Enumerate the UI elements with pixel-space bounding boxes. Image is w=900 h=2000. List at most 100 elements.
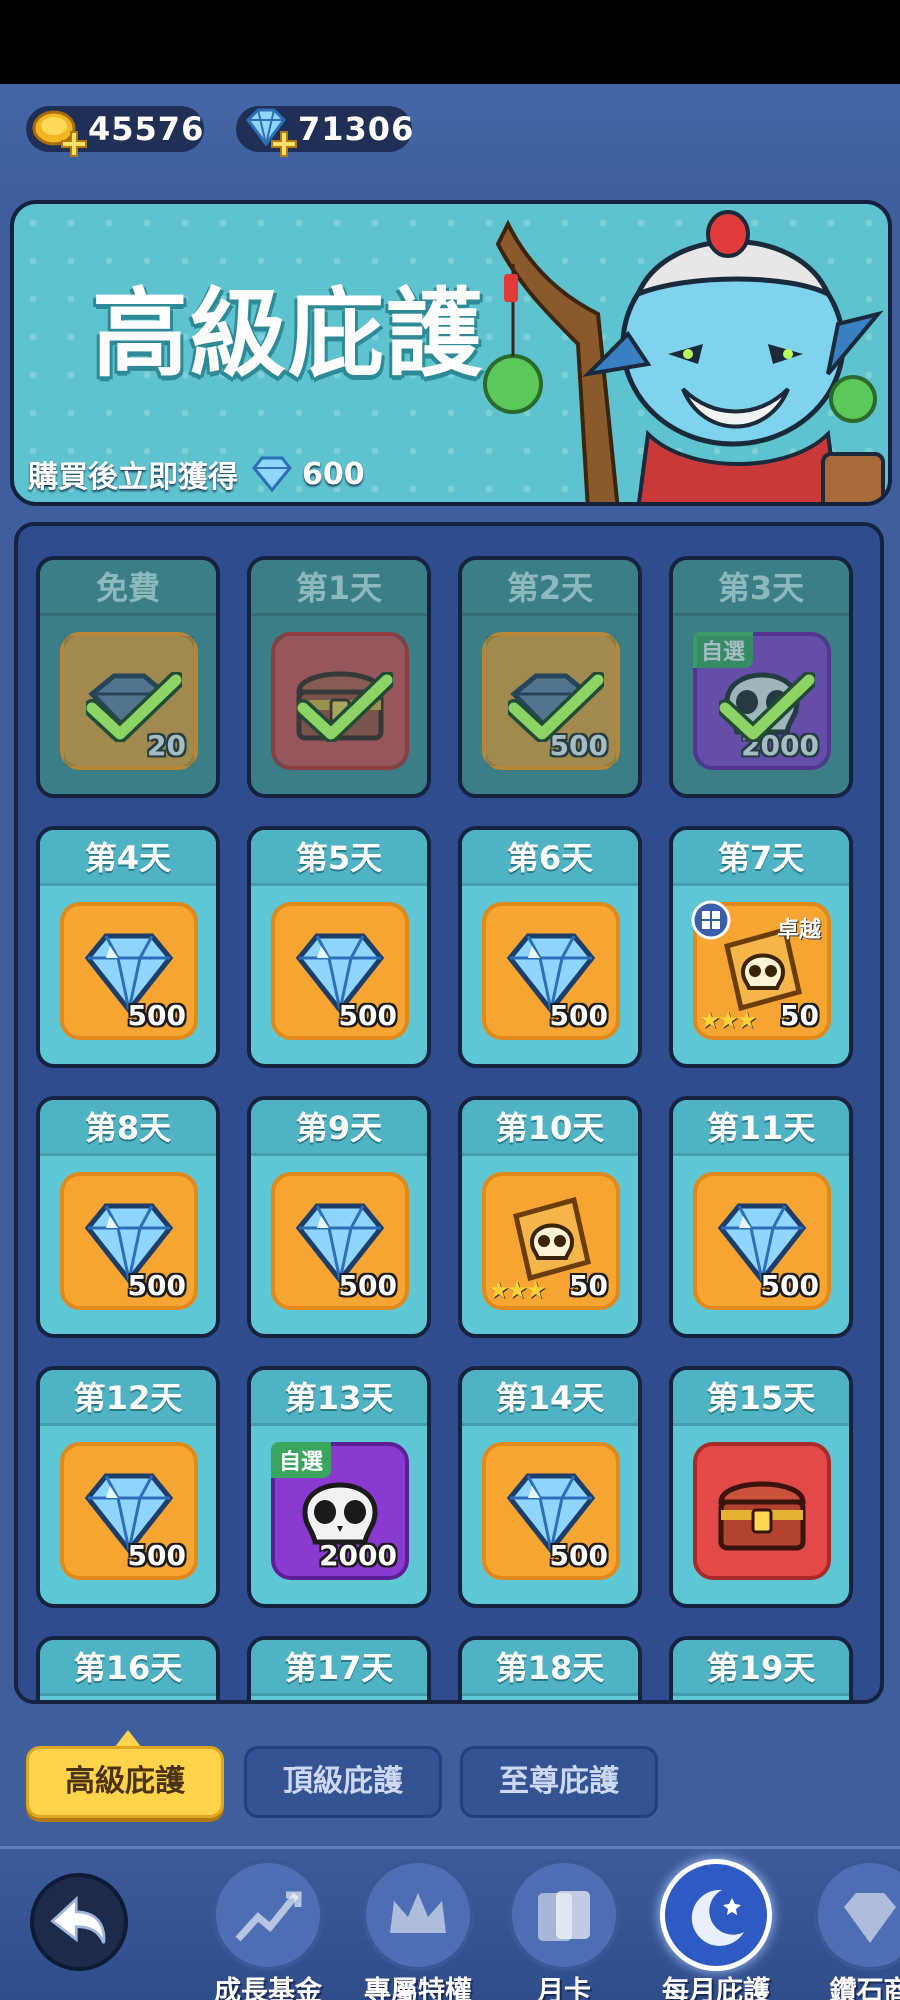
reward-item-slot[interactable]: 500	[60, 1442, 198, 1580]
reward-day-label: 第17天	[251, 1640, 427, 1696]
reward-card[interactable]: 第4天 500	[36, 826, 220, 1068]
reward-day-label: 第6天	[462, 830, 638, 886]
nav-exclusive-privilege-circle	[362, 1859, 474, 1971]
nav-exclusive-privilege-label: 專屬特權	[364, 1976, 472, 2000]
reward-card[interactable]: 第11天 500	[669, 1096, 853, 1338]
nav-growth-fund[interactable]: 成長基金	[198, 1859, 338, 2000]
check-icon	[719, 672, 815, 742]
reward-amount: 500	[338, 1269, 397, 1302]
grid-badge-icon	[691, 900, 731, 940]
reward-day-label: 第9天	[251, 1100, 427, 1156]
reward-card[interactable]: 第14天 500	[458, 1366, 642, 1608]
reward-card[interactable]: 第5天 500	[247, 826, 431, 1068]
reward-day-label: 第16天	[40, 1640, 216, 1696]
nav-monthly-shelter[interactable]: 每月庇護	[646, 1859, 786, 2000]
reward-amount: 50	[780, 999, 819, 1032]
reward-card[interactable]: 第8天 500	[36, 1096, 220, 1338]
card-icon	[538, 1891, 590, 1941]
selectable-tag: 自選	[271, 1442, 332, 1478]
diamond-icon	[844, 1893, 896, 1943]
banner-title: 高級庇護	[92, 278, 484, 390]
reward-amount: 2000	[319, 1539, 397, 1572]
reward-item-slot[interactable]: 20	[60, 632, 198, 770]
nav-monthly-card-label: 月卡	[537, 1976, 591, 2000]
reward-amount: 50	[569, 1269, 608, 1302]
reward-amount: 500	[760, 1269, 819, 1302]
moon-icon	[691, 1889, 744, 1946]
reward-item-slot[interactable]: 500	[60, 902, 198, 1040]
reward-item-slot[interactable]: 500	[60, 1172, 198, 1310]
reward-day-label: 第1天	[251, 560, 427, 616]
goblin-shaman-illustration	[483, 210, 885, 502]
nav-growth-fund-label: 成長基金	[214, 1976, 322, 2000]
check-icon	[86, 672, 182, 742]
reward-amount: 500	[127, 1539, 186, 1572]
nav-growth-fund-circle	[212, 1859, 324, 1971]
purchase-reward-note: 購買後立即獲得 600	[28, 452, 365, 496]
reward-day-label: 第14天	[462, 1370, 638, 1426]
reward-card[interactable]: 第2天 500	[458, 556, 642, 798]
reward-card[interactable]: 第19天	[669, 1636, 853, 1700]
reward-day-label: 第15天	[673, 1370, 849, 1426]
add-diamond-icon[interactable]	[270, 130, 298, 158]
reward-card[interactable]: 免費 20	[36, 556, 220, 798]
reward-item-slot[interactable]: ★★★ 50	[482, 1172, 620, 1310]
reward-card[interactable]: 第18天	[458, 1636, 642, 1700]
reward-card[interactable]: 第1天	[247, 556, 431, 798]
star-rating: ★★★	[699, 1006, 758, 1034]
reward-card[interactable]: 第15天	[669, 1366, 853, 1608]
reward-card[interactable]: 第16天	[36, 1636, 220, 1700]
reward-day-label: 第8天	[40, 1100, 216, 1156]
reward-day-label: 第7天	[673, 830, 849, 886]
reward-item-slot[interactable]: 500	[271, 902, 409, 1040]
reward-item-slot[interactable]: 500	[482, 902, 620, 1040]
reward-card[interactable]: 第3天自選 2000	[669, 556, 853, 798]
back-button[interactable]	[30, 1873, 128, 1971]
diamond-counter[interactable]: 71306	[236, 106, 413, 157]
status-bar	[0, 0, 900, 84]
add-gold-icon[interactable]	[60, 130, 88, 158]
reward-day-label: 第12天	[40, 1370, 216, 1426]
reward-day-label: 第2天	[462, 560, 638, 616]
reward-item-slot[interactable]: 自選 2000	[271, 1442, 409, 1580]
nav-diamond-shop[interactable]: 鑽石商	[800, 1859, 900, 2000]
reward-card[interactable]: 第17天	[247, 1636, 431, 1700]
nav-monthly-card[interactable]: 月卡	[494, 1859, 634, 2000]
reward-day-label: 第5天	[251, 830, 427, 886]
reward-card[interactable]: 第7天卓越 ★★★ 50	[669, 826, 853, 1068]
reward-item-slot[interactable]: 500	[271, 1172, 409, 1310]
reward-day-label: 第3天	[673, 560, 849, 616]
reward-card[interactable]: 第6天 500	[458, 826, 642, 1068]
rewards-panel[interactable]: 免費 20 第1天 第2天 500 第3天 自選 2000 第4天 500 第5天 500 第6天 500…	[14, 522, 884, 1704]
excellent-label: 卓越	[776, 918, 821, 943]
reward-amount: 500	[127, 1269, 186, 1302]
tier-tabs: 高級庇護 頂級庇護 至尊庇護	[0, 1746, 900, 1822]
reward-amount: 500	[549, 1539, 608, 1572]
nav-monthly-shelter-circle	[660, 1859, 772, 1971]
tab-premium-shelter[interactable]: 高級庇護	[26, 1746, 224, 1818]
reward-amount: 500	[338, 999, 397, 1032]
nav-exclusive-privilege[interactable]: 專屬特權	[348, 1859, 488, 2000]
nav-diamond-shop-label: 鑽石商	[829, 1976, 900, 2000]
gold-counter[interactable]: 45576	[26, 106, 204, 157]
tab-top-shelter[interactable]: 頂級庇護	[244, 1746, 442, 1818]
reward-item-slot[interactable]	[271, 632, 409, 770]
reward-card[interactable]: 第12天 500	[36, 1366, 220, 1608]
reward-item-slot[interactable]	[693, 1442, 831, 1580]
reward-card[interactable]: 第13天 自選 2000	[247, 1366, 431, 1608]
reward-item-slot[interactable]: 自選 2000	[693, 632, 831, 770]
reward-item-slot[interactable]: 500	[693, 1172, 831, 1310]
diamond-icon	[252, 456, 292, 493]
reward-item-slot[interactable]: 卓越 ★★★ 50	[691, 900, 831, 1040]
tab-supreme-shelter[interactable]: 至尊庇護	[460, 1746, 658, 1818]
purchase-note-text: 購買後立即獲得	[28, 460, 238, 495]
reward-day-label: 免費	[40, 560, 216, 616]
reward-card[interactable]: 第9天 500	[247, 1096, 431, 1338]
reward-item-slot[interactable]: 500	[482, 1442, 620, 1580]
bottom-navigation: 成長基金 專屬特權 月卡 每月庇護 鑽石商	[0, 1846, 900, 2000]
reward-amount: 500	[127, 999, 186, 1032]
reward-card[interactable]: 第10天 ★★★ 50	[458, 1096, 642, 1338]
reward-day-label: 第11天	[673, 1100, 849, 1156]
purchase-reward-amount: 600	[302, 456, 365, 492]
reward-item-slot[interactable]: 500	[482, 632, 620, 770]
